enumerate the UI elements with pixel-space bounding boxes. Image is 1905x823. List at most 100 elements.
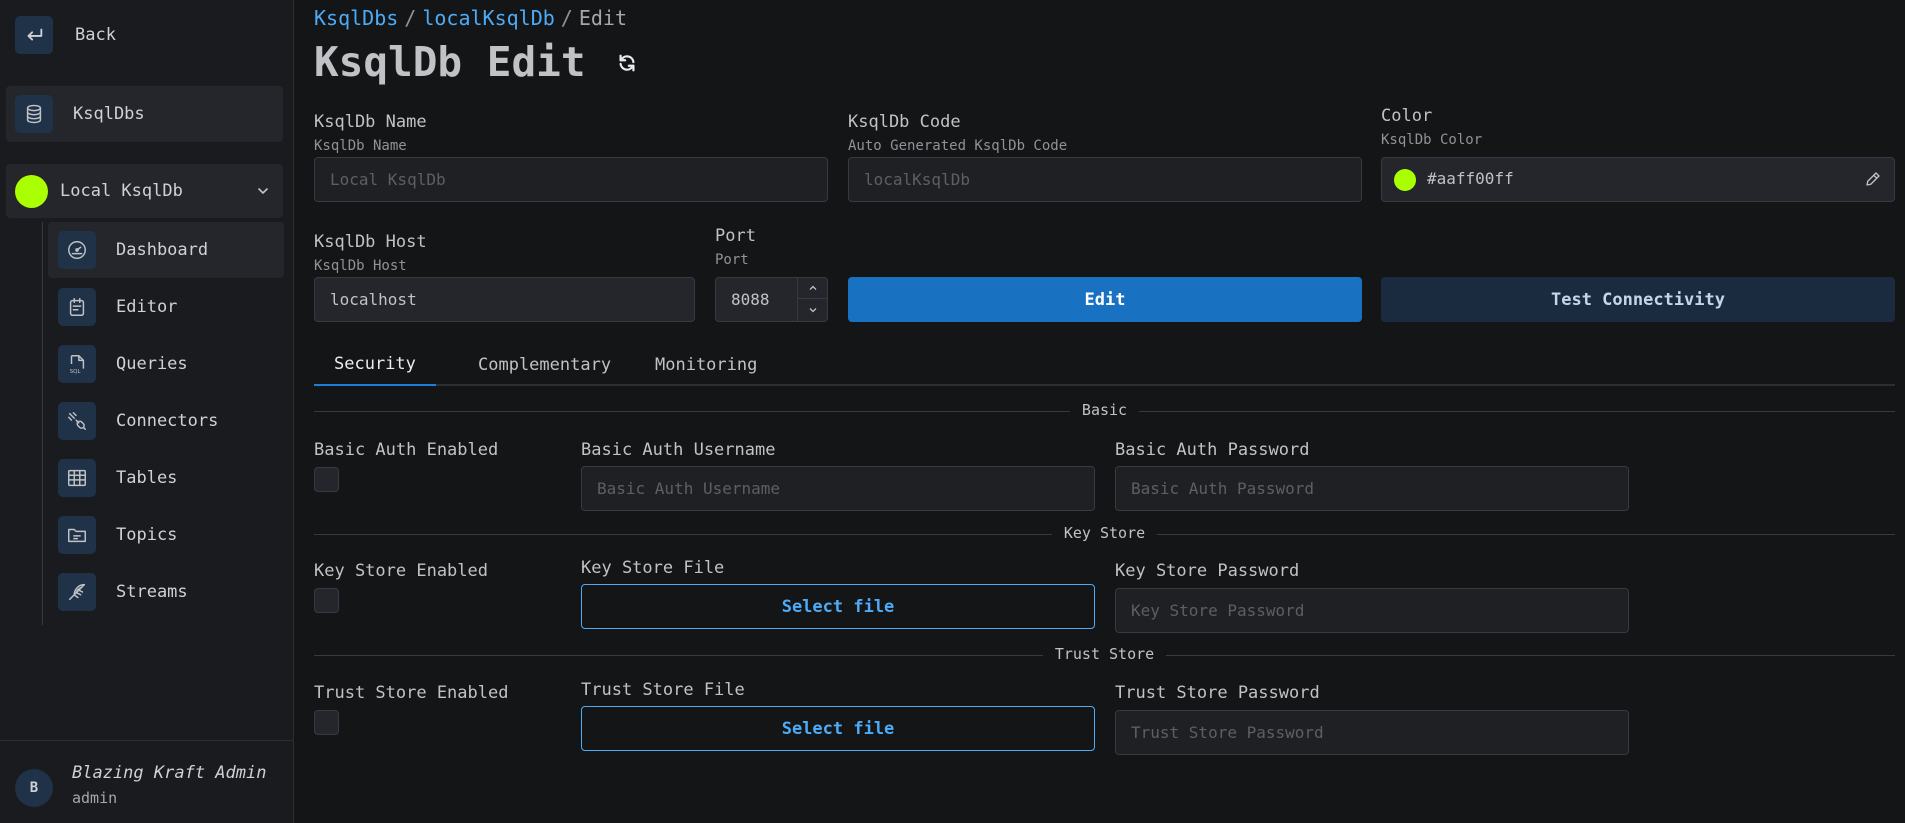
port-description: Port (715, 252, 749, 268)
chevron-up-icon (809, 285, 816, 290)
basic-auth-enabled-label: Basic Auth Enabled (314, 440, 499, 460)
trust-store-select-file-button[interactable]: Select file (581, 706, 1095, 751)
breadcrumb-current: Edit (578, 6, 628, 30)
section-title: Basic (1069, 401, 1140, 419)
key-store-password-input[interactable] (1115, 588, 1629, 633)
sidebar-item-streams[interactable]: Streams (48, 564, 284, 620)
sidebar-item-label: Streams (116, 582, 188, 602)
cluster-subnav: Dashboard Editor SQL Queries Connectors … (42, 222, 284, 625)
key-store-enabled-label: Key Store Enabled (314, 561, 488, 581)
sidebar: Back KsqlDbs Local KsqlDb Dashboard Edit… (0, 0, 294, 823)
color-input[interactable]: #aaff00ff (1381, 157, 1895, 202)
back-arrow-icon (15, 16, 53, 54)
section-divider-basic: Basic (314, 401, 1895, 421)
section-divider-key-store: Key Store (314, 524, 1895, 544)
calendar-editor-icon (58, 288, 96, 326)
table-icon (58, 459, 96, 497)
user-name: Blazing Kraft Admin (72, 763, 267, 783)
svg-text:SQL: SQL (70, 369, 82, 375)
ksqldb-code-input[interactable] (848, 157, 1362, 202)
color-value: #aaff00ff (1427, 169, 1514, 188)
edit-button[interactable]: Edit (848, 277, 1362, 322)
port-value: 8088 (731, 290, 770, 309)
tab-complementary[interactable]: Complementary (458, 344, 631, 386)
sidebar-item-queries[interactable]: SQL Queries (48, 336, 284, 392)
sidebar-item-label: Queries (116, 354, 188, 374)
back-label: Back (75, 25, 116, 45)
key-store-select-file-button[interactable]: Select file (581, 584, 1095, 629)
decrement-button[interactable] (798, 299, 827, 320)
ksqldb-name-input[interactable] (314, 157, 828, 202)
ksqldb-host-input[interactable]: localhost (314, 277, 695, 322)
section-title: Trust Store (1042, 645, 1167, 663)
sidebar-item-connectors[interactable]: Connectors (48, 393, 284, 449)
increment-button[interactable] (798, 278, 827, 299)
ksqldb-host-description: KsqlDb Host (314, 258, 407, 274)
folder-icon (58, 516, 96, 554)
pencil-icon[interactable] (1864, 170, 1882, 188)
ksqldb-name-description: KsqlDb Name (314, 138, 407, 154)
sidebar-item-editor[interactable]: Editor (48, 279, 284, 335)
user-role: admin (72, 789, 118, 807)
key-store-password-label: Key Store Password (1115, 561, 1300, 581)
sidebar-item-ksqldbs[interactable]: KsqlDbs (6, 86, 283, 142)
ksqldb-code-description: Auto Generated KsqlDb Code (848, 138, 1068, 154)
basic-auth-password-input[interactable] (1115, 466, 1629, 511)
trust-store-file-label: Trust Store File (581, 680, 745, 700)
trust-store-password-input[interactable] (1115, 710, 1629, 755)
port-stepper (797, 278, 827, 321)
breadcrumb-separator: / (404, 6, 417, 30)
sql-file-icon: SQL (58, 345, 96, 383)
sidebar-item-label: Tables (116, 468, 178, 488)
ksqldb-host-label: KsqlDb Host (314, 232, 427, 252)
page-title: KsqlDb Edit (314, 38, 586, 86)
chevron-down-icon (258, 188, 268, 195)
refresh-icon[interactable] (616, 52, 638, 74)
sidebar-item-dashboard[interactable]: Dashboard (48, 222, 284, 278)
breadcrumb-localksqldb[interactable]: localKsqlDb (422, 6, 554, 30)
sidebar-item-label: KsqlDbs (73, 104, 145, 124)
user-menu[interactable]: B Blazing Kraft Admin admin (0, 740, 294, 823)
sidebar-item-label: Connectors (116, 411, 219, 431)
feather-icon (58, 573, 96, 611)
chevron-down-icon (809, 307, 816, 312)
basic-auth-username-label: Basic Auth Username (581, 440, 776, 460)
section-title: Key Store (1051, 524, 1158, 542)
port-label: Port (715, 226, 756, 246)
gauge-icon (58, 231, 96, 269)
breadcrumb-ksqldbs[interactable]: KsqlDbs (314, 6, 398, 30)
plug-icon (58, 402, 96, 440)
ksqldb-code-label: KsqlDb Code (848, 112, 961, 132)
ksqldb-name-label: KsqlDb Name (314, 112, 427, 132)
breadcrumb: KsqlDbs / localKsqlDb / Edit (314, 6, 627, 30)
back-button[interactable]: Back (15, 16, 116, 54)
avatar: B (15, 769, 53, 807)
port-input[interactable]: 8088 (715, 277, 828, 322)
sidebar-item-label: Dashboard (116, 240, 209, 260)
breadcrumb-separator: / (560, 6, 573, 30)
cluster-color-dot (15, 174, 48, 208)
sidebar-item-tables[interactable]: Tables (48, 450, 284, 506)
tab-security[interactable]: Security (314, 344, 436, 386)
color-swatch (1394, 169, 1416, 191)
sidebar-item-topics[interactable]: Topics (48, 507, 284, 563)
main-content: KsqlDbs / localKsqlDb / Edit KsqlDb Edit Ksq… (314, 0, 1895, 823)
database-icon (15, 95, 53, 133)
trust-store-enabled-label: Trust Store Enabled (314, 683, 509, 703)
section-divider-trust-store: Trust Store (314, 645, 1895, 665)
key-store-enabled-checkbox[interactable] (314, 588, 339, 613)
tab-monitoring[interactable]: Monitoring (635, 344, 777, 386)
sidebar-item-label: Editor (116, 297, 178, 317)
tabs: Security Complementary Monitoring (314, 344, 1895, 386)
key-store-file-label: Key Store File (581, 558, 725, 578)
cluster-name: Local KsqlDb (60, 181, 183, 201)
basic-auth-password-label: Basic Auth Password (1115, 440, 1310, 460)
color-label: Color (1381, 106, 1433, 126)
color-description: KsqlDb Color (1381, 132, 1483, 148)
test-connectivity-button[interactable]: Test Connectivity (1381, 277, 1895, 322)
basic-auth-username-input[interactable] (581, 466, 1095, 511)
trust-store-enabled-checkbox[interactable] (314, 710, 339, 735)
sidebar-item-label: Topics (116, 525, 178, 545)
cluster-selector[interactable]: Local KsqlDb (6, 164, 283, 218)
basic-auth-enabled-checkbox[interactable] (314, 467, 339, 492)
